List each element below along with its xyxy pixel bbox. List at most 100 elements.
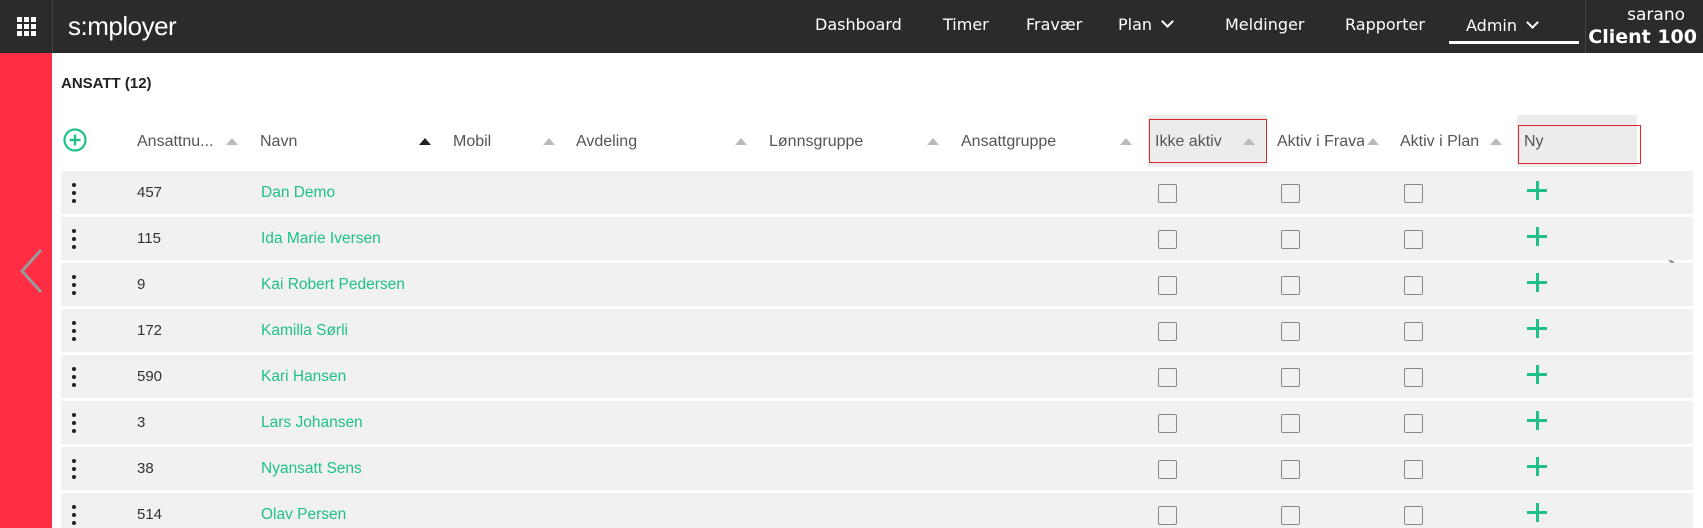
plus-icon[interactable] (1526, 179, 1548, 201)
vertical-dots-icon[interactable] (71, 367, 77, 387)
client-name[interactable]: Client 100 (1588, 26, 1697, 48)
sort-icon[interactable] (226, 138, 238, 145)
col-header-avdeling[interactable]: Avdeling (576, 133, 637, 151)
vertical-dots-icon[interactable] (71, 321, 77, 341)
checkbox-aktiv-plan[interactable] (1404, 368, 1423, 387)
nav-dashboard[interactable]: Dashboard (815, 15, 902, 34)
checkbox-ikke-aktiv[interactable] (1158, 506, 1177, 525)
nav-meldinger[interactable]: Meldinger (1225, 15, 1304, 34)
checkbox-ikke-aktiv[interactable] (1158, 368, 1177, 387)
vertical-dots-icon[interactable] (71, 459, 77, 479)
highlight-box-ny (1518, 125, 1641, 164)
cell-ansattnummer: 115 (137, 230, 161, 247)
plus-icon[interactable] (1526, 455, 1548, 477)
checkbox-aktiv-fravaer[interactable] (1281, 460, 1300, 479)
active-nav-underline (1449, 41, 1579, 44)
nav-fravaer[interactable]: Fravær (1026, 15, 1082, 34)
cell-navn-link[interactable]: Kai Robert Pedersen (261, 276, 405, 294)
cell-navn-link[interactable]: Olav Persen (261, 506, 346, 524)
table-row: 3 Lars Johansen (61, 401, 1693, 444)
simployer-logo[interactable]: s:mployer (68, 11, 177, 42)
user-name[interactable]: sarano (1627, 5, 1685, 25)
apps-menu-button[interactable] (0, 0, 53, 53)
col-header-aktiv-fravaer[interactable]: Aktiv i Frava (1277, 133, 1364, 151)
checkbox-aktiv-plan[interactable] (1404, 230, 1423, 249)
table-row: 457 Dan Demo (61, 171, 1693, 214)
checkbox-aktiv-plan[interactable] (1404, 322, 1423, 341)
cell-ansattnummer: 38 (137, 460, 154, 477)
sort-icon[interactable] (1490, 138, 1502, 145)
sort-icon[interactable] (735, 138, 747, 145)
table-row: 590 Kari Hansen (61, 355, 1693, 398)
cell-navn-link[interactable]: Kamilla Sørli (261, 322, 348, 340)
plus-icon[interactable] (1526, 317, 1548, 339)
col-header-ansattgruppe[interactable]: Ansattgruppe (961, 133, 1056, 151)
section-title: ANSATT (12) (61, 75, 152, 92)
checkbox-aktiv-plan[interactable] (1404, 414, 1423, 433)
nav-admin[interactable]: Admin (1466, 16, 1539, 35)
table-row: 9 Kai Robert Pedersen (61, 263, 1693, 306)
nav-plan[interactable]: Plan (1118, 15, 1174, 34)
checkbox-aktiv-fravaer[interactable] (1281, 276, 1300, 295)
checkbox-aktiv-plan[interactable] (1404, 184, 1423, 203)
checkbox-aktiv-fravaer[interactable] (1281, 414, 1300, 433)
table-row: 514 Olav Persen (61, 493, 1693, 528)
sort-icon[interactable] (1120, 138, 1132, 145)
cell-navn-link[interactable]: Kari Hansen (261, 368, 346, 386)
cell-navn-link[interactable]: Dan Demo (261, 184, 335, 202)
col-header-navn[interactable]: Navn (260, 133, 297, 151)
divider (1585, 0, 1586, 53)
checkbox-aktiv-fravaer[interactable] (1281, 184, 1300, 203)
checkbox-aktiv-fravaer[interactable] (1281, 322, 1300, 341)
chevron-left-icon[interactable] (17, 247, 51, 295)
checkbox-aktiv-fravaer[interactable] (1281, 506, 1300, 525)
cell-ansattnummer: 590 (137, 368, 163, 385)
table-header: Ansattnu... Navn Mobil Avdeling Lønnsgru… (0, 115, 1703, 167)
col-header-aktiv-plan[interactable]: Aktiv i Plan (1400, 133, 1479, 151)
vertical-dots-icon[interactable] (71, 275, 77, 295)
vertical-dots-icon[interactable] (71, 413, 77, 433)
nav-rapporter[interactable]: Rapporter (1345, 15, 1425, 34)
sort-icon-active[interactable] (419, 138, 431, 145)
cell-navn-link[interactable]: Nyansatt Sens (261, 460, 362, 478)
plus-icon[interactable] (1526, 409, 1548, 431)
plus-icon[interactable] (1526, 271, 1548, 293)
cell-ansattnummer: 9 (137, 276, 146, 293)
checkbox-aktiv-plan[interactable] (1404, 276, 1423, 295)
grid-icon (16, 17, 36, 36)
cell-ansattnummer: 514 (137, 506, 163, 523)
table-row: 38 Nyansatt Sens (61, 447, 1693, 490)
sort-icon[interactable] (543, 138, 555, 145)
vertical-dots-icon[interactable] (71, 229, 77, 249)
vertical-dots-icon[interactable] (71, 183, 77, 203)
sort-icon[interactable] (927, 138, 939, 145)
checkbox-ikke-aktiv[interactable] (1158, 230, 1177, 249)
checkbox-aktiv-plan[interactable] (1404, 506, 1423, 525)
top-navigation-bar: s:mployer Dashboard Timer Fravær Plan Me… (0, 0, 1703, 53)
cell-navn-link[interactable]: Lars Johansen (261, 414, 363, 432)
col-header-mobil[interactable]: Mobil (453, 133, 491, 151)
cell-navn-link[interactable]: Ida Marie Iversen (261, 230, 381, 248)
cell-ansattnummer: 3 (137, 414, 146, 431)
plus-icon[interactable] (1526, 363, 1548, 385)
plus-icon[interactable] (1526, 501, 1548, 523)
checkbox-ikke-aktiv[interactable] (1158, 276, 1177, 295)
checkbox-ikke-aktiv[interactable] (1158, 322, 1177, 341)
vertical-dots-icon[interactable] (71, 505, 77, 525)
checkbox-ikke-aktiv[interactable] (1158, 414, 1177, 433)
plus-icon[interactable] (1526, 225, 1548, 247)
chevron-down-icon (1161, 15, 1174, 28)
checkbox-aktiv-plan[interactable] (1404, 460, 1423, 479)
nav-plan-label: Plan (1118, 15, 1153, 34)
col-header-lonnsgruppe[interactable]: Lønnsgruppe (769, 133, 863, 151)
checkbox-aktiv-fravaer[interactable] (1281, 368, 1300, 387)
col-header-ansattnummer[interactable]: Ansattnu... (137, 133, 222, 151)
checkbox-aktiv-fravaer[interactable] (1281, 230, 1300, 249)
cell-ansattnummer: 457 (137, 184, 163, 201)
checkbox-ikke-aktiv[interactable] (1158, 460, 1177, 479)
highlight-box-ikke-aktiv (1149, 119, 1267, 163)
nav-timer[interactable]: Timer (943, 15, 989, 34)
nav-admin-label: Admin (1466, 16, 1517, 35)
checkbox-ikke-aktiv[interactable] (1158, 184, 1177, 203)
sort-icon[interactable] (1367, 138, 1379, 145)
